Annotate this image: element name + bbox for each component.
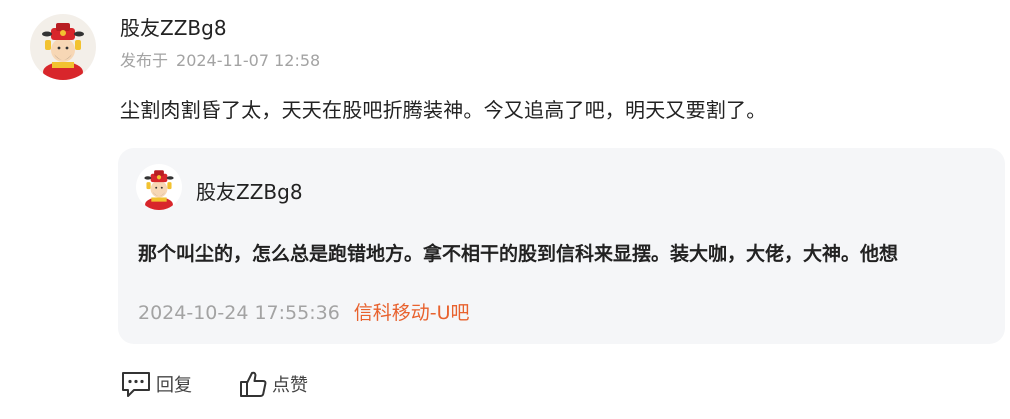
comment-card: 股友ZZBg8 发布于 2024-11-07 12:58 尘割肉割昏了太，天天在股… — [0, 0, 1010, 419]
quoted-post[interactable]: 股友ZZBg8 那个叫尘的，怎么总是跑错地方。拿不相干的股到信科来显摆。装大咖，… — [118, 148, 1005, 344]
quoted-time: 2024-10-24 17:55:36 — [138, 302, 340, 324]
avatar[interactable] — [30, 14, 96, 80]
caishen-avatar-icon — [42, 23, 84, 80]
quoted-text[interactable]: 那个叫尘的，怎么总是跑错地方。拿不相干的股到信科来显摆。装大咖，大佬，大神。他想 — [138, 239, 998, 266]
published-label: 发布于 — [120, 51, 169, 70]
like-label: 点赞 — [272, 375, 308, 396]
comment-icon — [122, 372, 150, 397]
username[interactable]: 股友ZZBg8 — [120, 12, 227, 41]
quoted-username[interactable]: 股友ZZBg8 — [196, 176, 303, 205]
quoted-avatar[interactable] — [136, 164, 182, 210]
thumbs-up-icon — [240, 371, 267, 397]
quoted-meta: 2024-10-24 17:55:36 信科移动-U吧 — [138, 298, 470, 325]
comment-text: 尘割肉割昏了太，天天在股吧折腾装神。今又追高了吧，明天又要割了。 — [120, 98, 767, 122]
like-button[interactable]: 点赞 — [238, 369, 308, 399]
reply-button[interactable]: 回复 — [120, 369, 192, 399]
published-time: 2024-11-07 12:58 — [176, 51, 321, 70]
reply-label: 回复 — [156, 375, 192, 396]
post-meta: 发布于 2024-11-07 12:58 — [120, 47, 320, 71]
forum-link[interactable]: 信科移动-U吧 — [354, 302, 470, 324]
action-bar: 回复 点赞 — [120, 368, 354, 400]
caishen-avatar-icon — [144, 170, 174, 210]
